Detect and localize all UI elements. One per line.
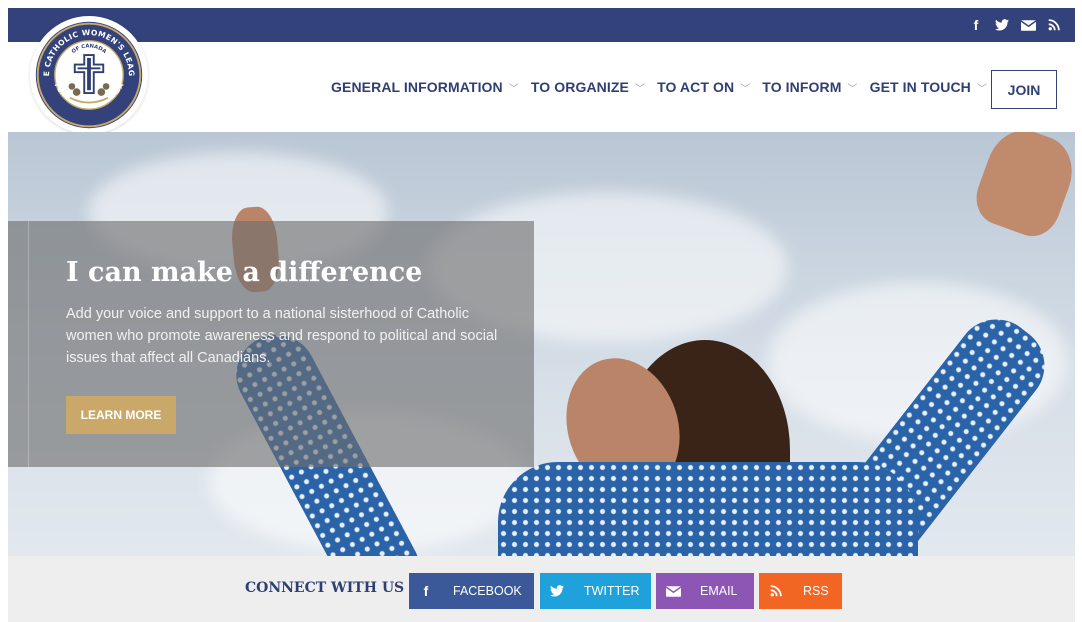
nav-label: TO ACT ON bbox=[657, 79, 735, 95]
join-button[interactable]: JOIN bbox=[991, 70, 1057, 109]
site-header: THE CATHOLIC WOMEN'S LEAGUE OF CANADA FO… bbox=[8, 16, 1075, 134]
learn-more-button[interactable]: LEARN MORE bbox=[66, 396, 176, 434]
chevron-down-icon: ﹀ bbox=[634, 83, 646, 95]
email-icon[interactable] bbox=[1017, 14, 1039, 36]
rss-button[interactable]: RSS bbox=[759, 573, 842, 609]
chevron-down-icon: ﹀ bbox=[847, 83, 858, 95]
twitter-icon bbox=[540, 573, 574, 609]
nav-label: GET IN TOUCH bbox=[869, 79, 971, 95]
email-button[interactable]: EMAIL bbox=[656, 573, 754, 609]
rss-label: RSS bbox=[803, 584, 829, 598]
hero-title: I can make a difference bbox=[66, 257, 423, 288]
chevron-down-icon: ﹀ bbox=[976, 83, 987, 95]
email-icon bbox=[656, 573, 690, 609]
twitter-label: TWITTER bbox=[584, 584, 640, 598]
nav-to-organize[interactable]: TO ORGANIZE ﹀ bbox=[531, 79, 645, 95]
nav-label: TO ORGANIZE bbox=[530, 79, 629, 95]
nav-get-in-touch[interactable]: GET IN TOUCH ﹀ bbox=[870, 79, 987, 95]
cwl-logo[interactable]: THE CATHOLIC WOMEN'S LEAGUE OF CANADA FO… bbox=[30, 16, 148, 134]
nav-to-act-on[interactable]: TO ACT ON ﹀ bbox=[657, 79, 750, 95]
hero-photo-hand bbox=[968, 132, 1075, 244]
main-nav: GENERAL INFORMATION ﹀ TO ORGANIZE ﹀ TO A… bbox=[331, 42, 987, 132]
connect-bar: CONNECT WITH US f FACEBOOK TWITTER EMAIL… bbox=[8, 556, 1075, 622]
hero-photo-body bbox=[498, 462, 918, 556]
hero-card-divider bbox=[28, 221, 29, 467]
hero-banner: I can make a difference Add your voice a… bbox=[8, 132, 1075, 556]
facebook-icon[interactable]: f bbox=[965, 14, 987, 36]
facebook-label: FACEBOOK bbox=[453, 584, 522, 598]
top-social-links: f bbox=[965, 8, 1065, 42]
page: f E CATHOLIC WOMEN'S LEAG OF CANADA FOR … bbox=[8, 8, 1075, 622]
nav-to-inform[interactable]: TO INFORM ﹀ bbox=[762, 79, 857, 95]
rss-icon bbox=[759, 573, 793, 609]
nav-label: GENERAL INFORMATION bbox=[331, 79, 503, 95]
hero-text: Add your voice and support to a national… bbox=[66, 306, 498, 366]
connect-label: CONNECT WITH US bbox=[245, 580, 405, 596]
email-label: EMAIL bbox=[700, 584, 738, 598]
rss-icon[interactable] bbox=[1043, 14, 1065, 36]
chevron-down-icon: ﹀ bbox=[508, 83, 519, 95]
twitter-button[interactable]: TWITTER bbox=[540, 573, 651, 609]
chevron-down-icon: ﹀ bbox=[740, 83, 751, 95]
nav-general-information[interactable]: GENERAL INFORMATION ﹀ bbox=[331, 79, 519, 95]
hero-card: I can make a difference Add your voice a… bbox=[8, 221, 534, 467]
facebook-button[interactable]: f FACEBOOK bbox=[409, 573, 534, 609]
nav-label: TO INFORM bbox=[762, 79, 842, 95]
facebook-icon: f bbox=[423, 583, 429, 599]
twitter-icon[interactable] bbox=[991, 14, 1013, 36]
top-bar: f bbox=[8, 8, 1075, 42]
